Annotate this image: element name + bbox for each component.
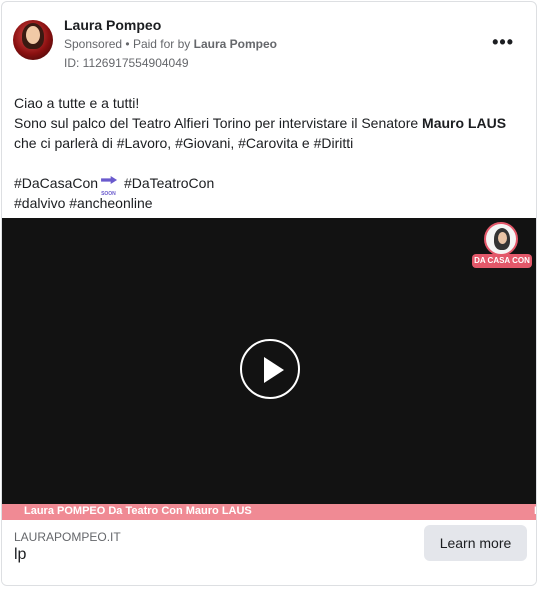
sponsored-line: Sponsored • Paid for by Laura Pompeo [64, 37, 278, 51]
logo-label: DA CASA CON [472, 254, 532, 268]
advertiser-avatar[interactable] [13, 20, 53, 60]
ad-card: Laura Pompeo Sponsored • Paid for by Lau… [1, 1, 537, 586]
link-title: lp [14, 546, 27, 563]
video-banner: Laura POMPEO Da Teatro Con Mauro LAUS L [2, 504, 536, 520]
post-line-1: Ciao a tutte e a tutti! [14, 95, 140, 111]
sponsored-label: Sponsored [64, 37, 123, 51]
post-text: Ciao a tutte e a tutti! Sono sul palco d… [14, 93, 529, 213]
post-line-2: Sono sul palco del Teatro Alfieri Torino… [14, 115, 507, 151]
link-domain: LAURAPOMPEO.IT [14, 530, 121, 544]
link-footer[interactable]: LAURAPOMPEO.IT lp Learn more [2, 520, 536, 585]
post-hashtags-1: #DaCasaCon SOON #DaTeatroCon [14, 173, 529, 197]
ad-id: ID: 1126917554904049 [64, 56, 189, 70]
hashtag-dacasacon[interactable]: #DaCasaCon [14, 175, 98, 191]
more-options-icon[interactable]: ••• [492, 32, 514, 53]
hashtag-dateatrocon[interactable]: #DaTeatroCon [124, 175, 214, 191]
da-casa-con-logo: DA CASA CON [472, 222, 532, 268]
play-button-icon[interactable] [240, 339, 300, 399]
post-hashtags-2: #dalvivo #ancheonline [14, 195, 153, 211]
ad-header: Laura Pompeo Sponsored • Paid for by Lau… [2, 2, 536, 82]
soon-arrow-icon: SOON [101, 176, 118, 197]
banner-text: Laura POMPEO Da Teatro Con Mauro LAUS [24, 505, 252, 517]
advertiser-name[interactable]: Laura Pompeo [64, 17, 161, 33]
senator-name: Mauro LAUS [422, 115, 507, 131]
paid-for-prefix: Paid for by [132, 37, 191, 51]
video-player[interactable]: DA CASA CON Laura POMPEO Da Teatro Con M… [2, 218, 536, 520]
learn-more-button[interactable]: Learn more [424, 525, 527, 561]
paid-for-by-name: Laura Pompeo [193, 37, 278, 51]
